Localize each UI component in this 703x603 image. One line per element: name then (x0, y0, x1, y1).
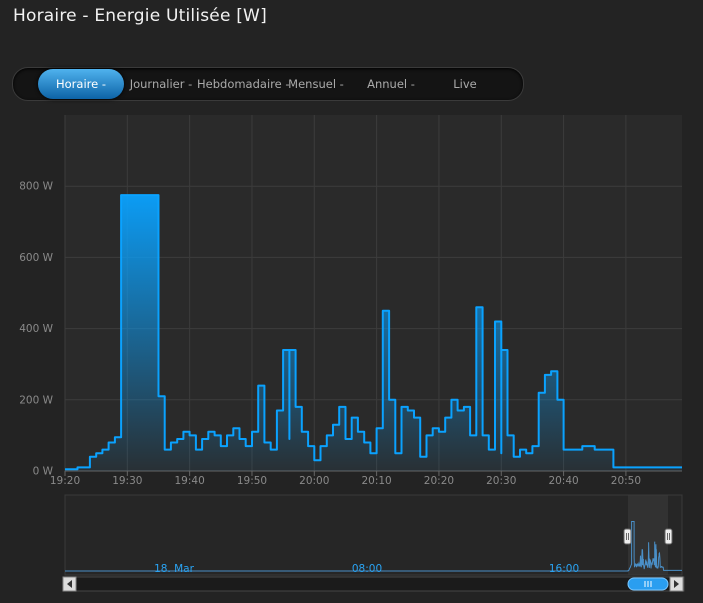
x-tick-label: 20:20 (424, 475, 454, 487)
navigator-tick-label: 16:00 (549, 563, 579, 575)
scrollbar-track[interactable] (62, 576, 685, 592)
y-tick-label: 400 W (19, 323, 53, 335)
scroll-right-button[interactable] (669, 576, 684, 592)
navigator-tick-label: 18. Mar (154, 563, 195, 575)
x-tick-label: 19:30 (112, 475, 142, 487)
x-tick-label: 20:50 (611, 475, 641, 487)
x-tick-label: 20:00 (299, 475, 329, 487)
y-tick-label: 800 W (19, 181, 53, 193)
energy-chart: 0 W200 W400 W600 W800 W 19:20 19:30 19:40 1… (19, 115, 685, 592)
x-tick-label: 19:50 (237, 475, 267, 487)
navigator-handle-left[interactable] (623, 528, 632, 545)
scroll-left-button[interactable] (62, 576, 77, 592)
x-tick-label: 20:10 (361, 475, 391, 487)
navigator-handle-right[interactable] (664, 528, 673, 545)
navigator-tick-label: 08:00 (352, 563, 382, 575)
x-axis: 19:20 19:30 19:40 19:50 20:00 20:10 20:20 20:30… (50, 470, 682, 487)
y-tick-label: 200 W (19, 394, 53, 406)
x-tick-label: 19:20 (50, 475, 80, 487)
x-tick-label: 20:40 (548, 475, 578, 487)
x-tick-label: 19:40 (175, 475, 205, 487)
y-tick-label: 600 W (19, 252, 53, 264)
y-axis: 0 W200 W400 W600 W800 W (19, 181, 53, 478)
scrollbar-thumb[interactable] (627, 577, 669, 591)
x-tick-label: 20:30 (486, 475, 516, 487)
